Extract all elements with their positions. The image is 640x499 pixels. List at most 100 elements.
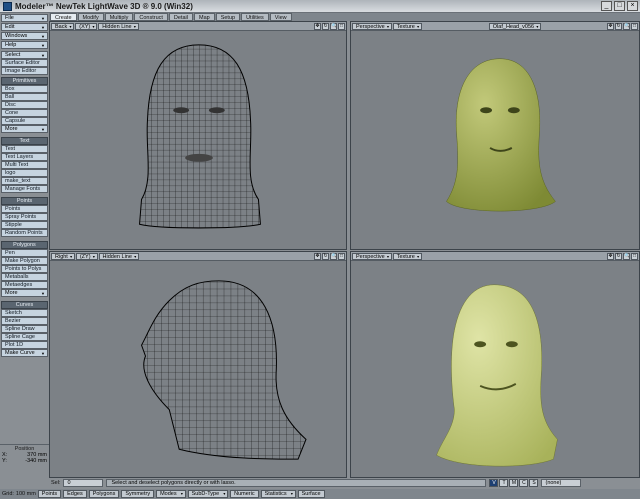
render-mode-dropdown[interactable]: Hidden Line bbox=[98, 252, 139, 260]
close-icon[interactable]: × bbox=[627, 1, 638, 11]
primitives-more-menu[interactable]: More bbox=[1, 125, 48, 133]
tab-modify[interactable]: Modify bbox=[77, 13, 104, 21]
polygons-more-menu[interactable]: More bbox=[1, 289, 48, 297]
maximize-view-icon[interactable]: □ bbox=[338, 252, 345, 260]
maximize-view-icon[interactable]: □ bbox=[631, 252, 638, 260]
metaballs-button[interactable]: Metaballs bbox=[1, 273, 48, 281]
zoom-view-icon[interactable]: 🔍 bbox=[330, 252, 337, 260]
make-curve-menu[interactable]: Make Curve bbox=[1, 349, 48, 357]
zoom-view-icon[interactable]: 🔍 bbox=[330, 22, 337, 30]
tab-utilities[interactable]: Utilities bbox=[241, 13, 269, 21]
select-menu[interactable]: Select bbox=[1, 51, 48, 59]
stipple-button[interactable]: Stipple bbox=[1, 221, 48, 229]
rotate-view-icon[interactable]: ↻ bbox=[615, 22, 622, 30]
primitives-header: Primitives bbox=[1, 77, 48, 85]
make-text-button[interactable]: make_text bbox=[1, 177, 48, 185]
axis-dropdown[interactable]: (ZY) bbox=[75, 252, 98, 260]
minimize-icon[interactable]: _ bbox=[601, 1, 612, 11]
maximize-view-icon[interactable]: □ bbox=[338, 22, 345, 30]
tab-create[interactable]: Create bbox=[50, 13, 77, 21]
move-view-icon[interactable]: ✥ bbox=[607, 22, 614, 30]
bezier-button[interactable]: Bezier bbox=[1, 317, 48, 325]
surface-value[interactable]: (none) bbox=[541, 479, 582, 487]
box-button[interactable]: Box bbox=[1, 85, 48, 93]
view-type-dropdown[interactable]: Perspective bbox=[352, 22, 392, 30]
tab-map[interactable]: Map bbox=[193, 13, 215, 21]
sketch-button[interactable]: Sketch bbox=[1, 309, 48, 317]
viewport-perspective-top[interactable]: Perspective Texture Olaf_Head_v056 ✥ ↻ 🔍… bbox=[350, 21, 640, 250]
axis-dropdown[interactable]: (XY) bbox=[75, 22, 98, 30]
plot-1d-button[interactable]: Plot 1D bbox=[1, 341, 48, 349]
textured-head-canvas-top[interactable] bbox=[351, 31, 639, 249]
help-menu[interactable]: Help bbox=[1, 41, 48, 49]
capsule-button[interactable]: Capsule bbox=[1, 117, 48, 125]
edges-mode-button[interactable]: Edges bbox=[63, 490, 87, 498]
logo-button[interactable]: logo bbox=[1, 169, 48, 177]
move-view-icon[interactable]: ✥ bbox=[607, 252, 614, 260]
position-y-row: Y: -340 mm bbox=[0, 458, 49, 464]
text-layers-button[interactable]: Text Layers bbox=[1, 153, 48, 161]
object-layer-dropdown[interactable]: Olaf_Head_v056 bbox=[488, 22, 542, 30]
subd-type-dropdown[interactable]: SubD-Type bbox=[187, 490, 229, 498]
viewport-right-header: Right (ZY) Hidden Line ✥ ↻ 🔍 □ bbox=[50, 252, 346, 261]
render-mode-dropdown[interactable]: Texture bbox=[392, 252, 422, 260]
spline-cage-button[interactable]: Spline Cage bbox=[1, 333, 48, 341]
textured-head-canvas-bottom[interactable] bbox=[351, 261, 639, 477]
render-mode-dropdown[interactable]: Hidden Line bbox=[98, 22, 139, 30]
surface-editor-button[interactable]: Surface Editor bbox=[1, 59, 48, 67]
render-mode-dropdown[interactable]: Texture bbox=[392, 22, 422, 30]
polygons-mode-button[interactable]: Polygons bbox=[88, 490, 120, 498]
metaedges-button[interactable]: Metaedges bbox=[1, 281, 48, 289]
tab-setup[interactable]: Setup bbox=[215, 13, 241, 21]
cone-button[interactable]: Cone bbox=[1, 109, 48, 117]
view-type-dropdown[interactable]: Perspective bbox=[352, 252, 392, 260]
symmetry-button[interactable]: Symmetry bbox=[121, 490, 155, 498]
tab-construct[interactable]: Construct bbox=[134, 13, 168, 21]
zoom-view-icon[interactable]: 🔍 bbox=[623, 22, 630, 30]
multi-text-button[interactable]: Multi Text bbox=[1, 161, 48, 169]
manage-fonts-button[interactable]: Manage Fonts bbox=[1, 185, 48, 193]
wireframe-side-canvas[interactable] bbox=[50, 261, 346, 477]
points-button[interactable]: Points bbox=[1, 205, 48, 213]
rotate-view-icon[interactable]: ↻ bbox=[322, 252, 329, 260]
maximize-icon[interactable]: □ bbox=[614, 1, 625, 11]
file-menu[interactable]: File bbox=[1, 14, 48, 22]
rotate-view-icon[interactable]: ↻ bbox=[322, 22, 329, 30]
disc-button[interactable]: Disc bbox=[1, 101, 48, 109]
points-mode-button[interactable]: Points bbox=[37, 490, 62, 498]
maximize-view-icon[interactable]: □ bbox=[631, 22, 638, 30]
random-points-button[interactable]: Random Points bbox=[1, 229, 48, 237]
move-view-icon[interactable]: ✥ bbox=[314, 22, 321, 30]
s-toggle-button[interactable]: S bbox=[529, 479, 539, 487]
c-toggle-button[interactable]: C bbox=[519, 479, 529, 487]
statistics-dropdown[interactable]: Statistics bbox=[260, 490, 296, 498]
spray-points-button[interactable]: Spray Points bbox=[1, 213, 48, 221]
viewport-perspective-bottom[interactable]: Perspective Texture ✥ ↻ 🔍 □ bbox=[350, 251, 640, 478]
modes-dropdown[interactable]: Modes bbox=[156, 490, 186, 498]
zoom-view-icon[interactable]: 🔍 bbox=[623, 252, 630, 260]
viewport-right[interactable]: Right (ZY) Hidden Line ✥ ↻ 🔍 □ bbox=[49, 251, 347, 478]
spline-draw-button[interactable]: Spline Draw bbox=[1, 325, 48, 333]
v-toggle-button[interactable]: V bbox=[489, 479, 499, 487]
surface-button[interactable]: Surface bbox=[297, 490, 325, 498]
viewport-back[interactable]: Back (XY) Hidden Line ✥ ↻ 🔍 □ bbox=[49, 21, 347, 250]
ball-button[interactable]: Ball bbox=[1, 93, 48, 101]
pen-button[interactable]: Pen bbox=[1, 249, 48, 257]
points-to-polys-button[interactable]: Points to Polys bbox=[1, 265, 48, 273]
t-toggle-button[interactable]: T bbox=[499, 479, 509, 487]
view-type-dropdown[interactable]: Right bbox=[51, 252, 75, 260]
tab-multiply[interactable]: Multiply bbox=[104, 13, 134, 21]
view-type-dropdown[interactable]: Back bbox=[51, 22, 75, 30]
tab-view[interactable]: View bbox=[269, 13, 292, 21]
image-editor-button[interactable]: Image Editor bbox=[1, 67, 48, 75]
move-view-icon[interactable]: ✥ bbox=[314, 252, 321, 260]
edit-menu[interactable]: Edit bbox=[1, 23, 48, 31]
make-polygon-button[interactable]: Make Polygon bbox=[1, 257, 48, 265]
m-toggle-button[interactable]: M bbox=[509, 479, 519, 487]
wireframe-front-canvas[interactable] bbox=[50, 31, 346, 249]
tab-detail[interactable]: Detail bbox=[168, 13, 193, 21]
numeric-button[interactable]: Numeric bbox=[230, 490, 259, 498]
text-button[interactable]: Text bbox=[1, 145, 48, 153]
rotate-view-icon[interactable]: ↻ bbox=[615, 252, 622, 260]
windows-menu[interactable]: Windows bbox=[1, 32, 48, 40]
